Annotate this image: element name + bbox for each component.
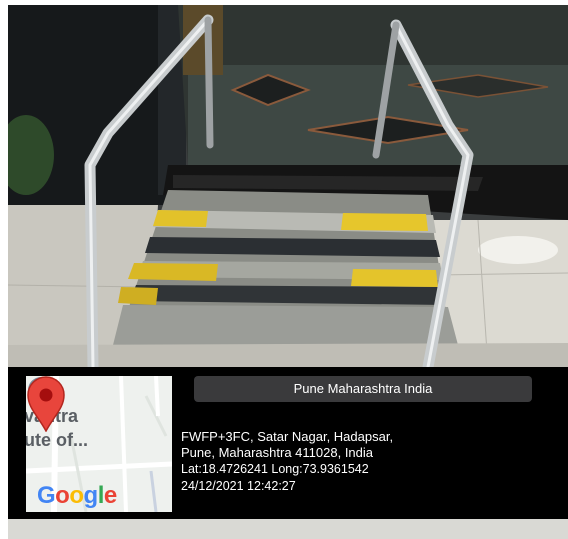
address-line: Pune, Maharashtra 411028, India — [181, 445, 374, 460]
google-logo-letter: G — [37, 482, 56, 509]
map-place-label: ute of... — [26, 430, 88, 450]
google-logo-letter: o — [69, 482, 84, 509]
google-logo: Google — [37, 482, 117, 510]
map-thumbnail[interactable]: vantra ute of... Google — [26, 376, 172, 512]
ramp-photo — [8, 5, 568, 367]
ramp-photo-illustration — [8, 5, 568, 367]
photo-bottom-edge — [8, 519, 568, 539]
address-line: FWFP+3FC, Satar Nagar, Hadapsar, — [181, 429, 394, 444]
geotag-overlay: vantra ute of... Google Pune Maharashtra… — [8, 367, 568, 519]
screenshot-frame: vantra ute of... Google Pune Maharashtra… — [0, 0, 568, 539]
timestamp-text: 24/12/2021 12:42:27 — [181, 479, 296, 493]
location-title: Pune Maharashtra India — [194, 376, 532, 402]
google-logo-letter: g — [83, 482, 99, 509]
coordinates-text: Lat:18.4726241 Long:73.9361542 — [181, 462, 369, 476]
google-logo-letter: o — [55, 482, 70, 509]
location-pin-icon — [27, 376, 65, 432]
google-logo-letter: e — [103, 482, 117, 509]
